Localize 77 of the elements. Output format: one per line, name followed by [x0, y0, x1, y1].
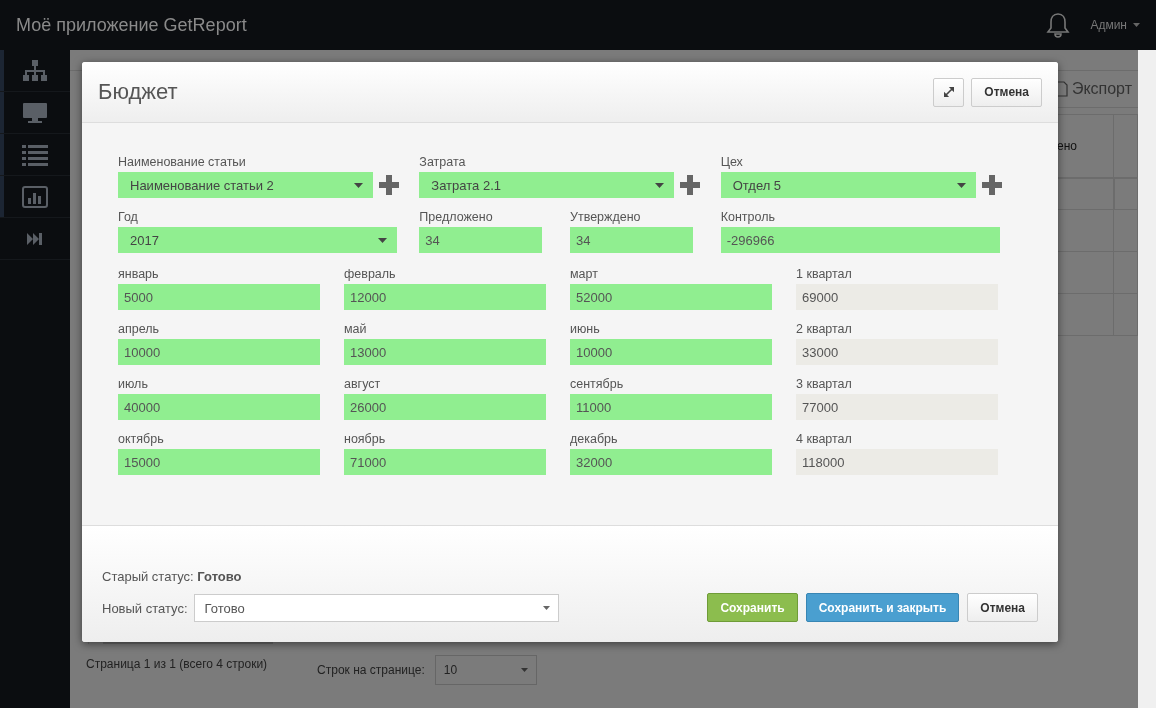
input-field[interactable]: 5000	[118, 284, 320, 310]
monitor-icon[interactable]	[22, 101, 48, 124]
field-label: август	[344, 377, 382, 392]
bar-chart-icon[interactable]	[22, 185, 48, 208]
input-field[interactable]: 10000	[570, 339, 772, 365]
input-field[interactable]: 11000	[570, 394, 772, 420]
page-summary: Страница 1 из 1 (всего 4 строки)	[86, 657, 268, 671]
field-label: Утверждено	[570, 210, 642, 225]
input-field[interactable]: 52000	[570, 284, 772, 310]
expand-button[interactable]	[933, 77, 965, 107]
field-label: декабрь	[570, 432, 619, 447]
new-status-select[interactable]: Готово	[193, 594, 559, 622]
save-and-close-button[interactable]: Сохранить и закрыть	[805, 593, 960, 622]
input-field[interactable]: 40000	[118, 394, 320, 420]
caret-icon	[542, 606, 550, 610]
add-icon[interactable]	[680, 175, 701, 195]
user-menu[interactable]: Админ	[1090, 18, 1127, 32]
new-status-label: Новый статус:	[102, 600, 188, 616]
cancel-button[interactable]: Отмена	[967, 593, 1038, 622]
input-field[interactable]: 118000	[796, 449, 998, 475]
caret-icon	[378, 237, 387, 243]
field-label: июнь	[570, 322, 601, 337]
input-field[interactable]: -296966	[720, 227, 1000, 253]
field-label: 4 квартал	[796, 432, 853, 447]
field-label: июль	[118, 377, 149, 392]
input-field[interactable]: 26000	[344, 394, 546, 420]
old-status: Старый статус: Готово	[102, 569, 243, 584]
input-field[interactable]: 13000	[344, 339, 546, 365]
input-field[interactable]: 10000	[118, 339, 320, 365]
list-icon[interactable]	[22, 143, 48, 166]
caret-icon	[655, 182, 665, 188]
field-label: ноябрь	[344, 432, 387, 447]
caret-icon	[354, 182, 363, 188]
page-size-label: Строк на странице:	[317, 663, 425, 677]
caret-icon	[956, 182, 966, 188]
field-label: 1 квартал	[796, 267, 853, 282]
input-field[interactable]: 15000	[118, 449, 320, 475]
field-label: апрель	[118, 322, 160, 337]
app-title: Моё приложение GetReport	[16, 14, 247, 36]
select-field[interactable]: 2017	[118, 227, 397, 253]
field-label: Затрата	[419, 155, 467, 170]
select-field[interactable]: Наименование статьи 2	[118, 172, 373, 198]
field-label: 2 квартал	[796, 322, 853, 337]
input-field[interactable]: 71000	[344, 449, 546, 475]
field-label: март	[570, 267, 599, 282]
page-size-select[interactable]: 10	[434, 655, 537, 685]
caret-icon	[520, 668, 528, 672]
add-icon[interactable]	[379, 175, 399, 195]
field-label: Предложено	[419, 210, 494, 225]
field-label: февраль	[344, 267, 397, 282]
fast-forward-icon[interactable]	[27, 232, 43, 245]
field-label: 3 квартал	[796, 377, 853, 392]
column-header: ено	[1057, 139, 1077, 153]
input-field[interactable]: 32000	[570, 449, 772, 475]
add-icon[interactable]	[981, 175, 1002, 195]
field-label: Контроль	[720, 210, 776, 225]
input-field[interactable]: 34	[570, 227, 693, 253]
input-field[interactable]: 69000	[796, 284, 998, 310]
select-field[interactable]: Затрата 2.1	[419, 172, 675, 198]
expand-icon	[943, 87, 954, 97]
field-label: май	[344, 322, 368, 337]
caret-icon	[1133, 23, 1140, 27]
bell-icon[interactable]	[1046, 12, 1071, 38]
input-field[interactable]: 77000	[796, 394, 998, 420]
field-label: Наименование статьи	[118, 155, 247, 170]
input-field[interactable]: 33000	[796, 339, 998, 365]
field-label: январь	[118, 267, 160, 282]
sitemap-icon[interactable]	[23, 59, 47, 82]
field-label: Цех	[720, 155, 744, 170]
field-label: Год	[118, 210, 139, 225]
cancel-button[interactable]: Отмена	[971, 77, 1042, 107]
input-field[interactable]: 34	[419, 227, 543, 253]
field-label: сентябрь	[570, 377, 625, 392]
select-field[interactable]: Отдел 5	[720, 172, 976, 198]
field-label: октябрь	[118, 432, 165, 447]
dialog-title: Бюджет	[98, 79, 179, 105]
input-field[interactable]: 12000	[344, 284, 546, 310]
